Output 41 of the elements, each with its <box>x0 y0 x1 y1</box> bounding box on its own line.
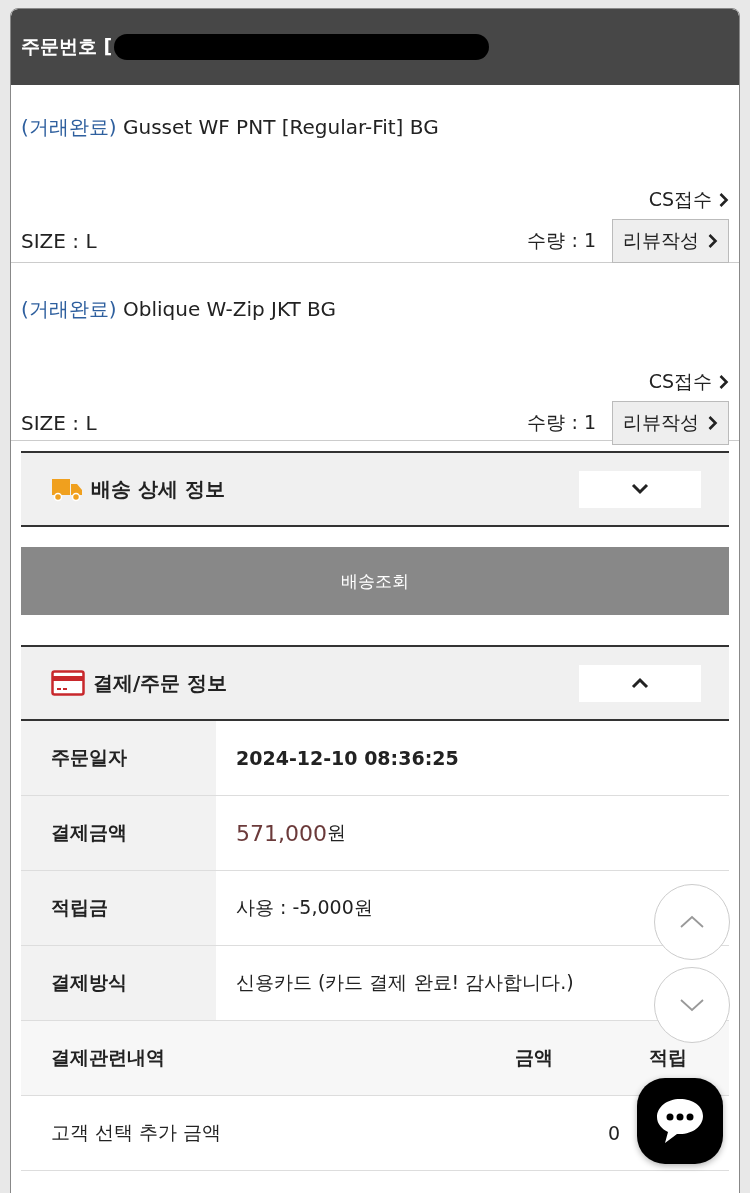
order-number-label: 주문번호 [ <box>21 34 113 59</box>
cs-link[interactable]: CS접수 <box>648 187 729 213</box>
table-cell-text: 고객 선택 추가 금액 <box>50 1120 223 1145</box>
chevron-down-icon <box>679 998 705 1012</box>
product-name: (거래완료) Oblique W-Zip JKT BG <box>21 296 337 323</box>
field-label: 결제금액 <box>21 796 216 870</box>
field-value: 사용 : -5,000원 <box>235 895 373 920</box>
field-value: 신용카드 (카드 결제 완료! 감사합니다.) <box>235 970 574 995</box>
toggle-button[interactable] <box>579 470 701 508</box>
track-delivery-button[interactable]: 배송조회 <box>21 547 729 615</box>
table-cell-text: 0 <box>606 1122 622 1144</box>
chevron-right-icon <box>707 415 718 431</box>
toggle-button[interactable] <box>579 664 701 702</box>
chevron-right-icon <box>718 192 729 208</box>
chevron-up-icon <box>679 915 705 929</box>
field-value: 571,000원 <box>235 819 346 848</box>
size-text: SIZE : L <box>21 411 98 435</box>
column-header: 금액 <box>514 1045 554 1070</box>
quantity-text: 수량 : 1 <box>527 228 596 253</box>
product-name: (거래완료) Gusset WF PNT [Regular-Fit] BG <box>21 114 440 141</box>
field-label: 적립금 <box>21 871 216 945</box>
chevron-right-icon <box>707 233 718 249</box>
chevron-up-icon <box>630 677 650 689</box>
column-header: 적립 <box>649 1045 688 1070</box>
write-review-button[interactable]: 리뷰작성 <box>612 219 729 263</box>
section-title: 결제/주문 정보 <box>93 669 229 697</box>
quantity-text: 수량 : 1 <box>527 410 596 435</box>
field-label: 주문일자 <box>21 721 216 795</box>
write-review-button[interactable]: 리뷰작성 <box>612 401 729 445</box>
credit-card-icon <box>51 670 85 696</box>
field-label: 결제방식 <box>21 946 216 1020</box>
section-title: 배송 상세 정보 <box>91 475 226 503</box>
chat-bubble-icon <box>655 1097 705 1145</box>
chevron-down-icon <box>630 483 650 495</box>
truck-icon <box>51 476 83 502</box>
chevron-right-icon <box>718 374 729 390</box>
field-value: 2024-12-10 08:36:25 <box>235 746 459 771</box>
size-text: SIZE : L <box>21 229 98 253</box>
chat-button[interactable] <box>637 1078 723 1164</box>
cs-link[interactable]: CS접수 <box>648 369 729 395</box>
column-header: 결제관련내역 <box>50 1045 166 1070</box>
